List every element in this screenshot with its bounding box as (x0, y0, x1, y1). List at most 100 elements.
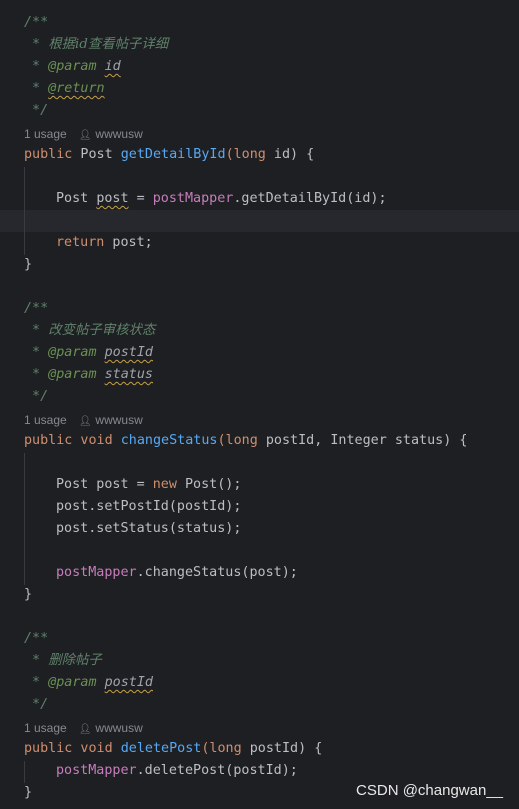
javadoc-close: */ (24, 100, 48, 122)
method-name[interactable]: getDetailById (121, 147, 226, 162)
javadoc-param: * @param postId (24, 342, 153, 364)
javadoc-star: * (24, 59, 49, 74)
javadoc-description: * 删除帖子 (24, 650, 102, 672)
brace: } (24, 785, 33, 800)
method-call: post.setPostId(postId); (56, 499, 242, 514)
javadoc-param-tag: @param (48, 675, 97, 690)
field-reference: postMapper (152, 191, 234, 206)
javadoc-close: */ (24, 386, 48, 408)
javadoc-close-text: */ (24, 389, 49, 404)
brace: } (24, 257, 33, 272)
javadoc-description: * 改变帖子审核状态 (24, 320, 155, 342)
javadoc-param: * @param status (24, 364, 153, 386)
keyword: public void (24, 433, 113, 448)
method-call: .getDetailById(id); (233, 191, 387, 206)
field-reference: postMapper (56, 763, 137, 778)
person-icon: 👤︎ (78, 724, 92, 735)
param-type: (long (225, 147, 266, 162)
params-rest: postId, Integer status) { (257, 433, 468, 448)
method-name[interactable]: deletePost (121, 741, 202, 756)
javadoc-star: * (24, 37, 49, 52)
javadoc-description: * 根据id查看帖子详细 (24, 34, 168, 56)
field-reference: postMapper (56, 565, 137, 580)
person-icon: 👤︎ (78, 416, 92, 427)
javadoc-star: * (24, 675, 49, 690)
author-name[interactable]: wwwusw (95, 127, 142, 141)
javadoc-star: * (24, 81, 49, 96)
javadoc-description-text: 改变帖子审核状态 (48, 323, 156, 338)
type-name: Post (56, 191, 97, 206)
method-call: .deletePost(postId); (136, 763, 298, 778)
declaration: Post post = (56, 477, 153, 492)
keyword: new (152, 477, 177, 492)
method-signature: public void deletePost(long postId) { (24, 738, 322, 760)
javadoc-description-text: 删除帖子 (48, 653, 102, 668)
javadoc-return: * @return (24, 78, 105, 100)
code-vision-hint[interactable]: 1 usage 👤︎ wwwusw (24, 718, 143, 738)
javadoc-open: /** (24, 12, 48, 34)
method-name[interactable]: changeStatus (121, 433, 218, 448)
code-line: Post post = new Post(); (24, 474, 241, 496)
javadoc-description-text: 根据id查看帖子详细 (48, 37, 169, 52)
usage-count[interactable]: 1 usage (24, 721, 67, 735)
javadoc-close: */ (24, 694, 48, 716)
operator: = (128, 191, 153, 206)
variable-name: post (96, 191, 129, 206)
javadoc-star: * (24, 345, 49, 360)
constructor-call: Post(); (176, 477, 242, 492)
javadoc-param: * @param postId (24, 672, 153, 694)
javadoc-return-tag: @return (48, 81, 105, 96)
author-name[interactable]: wwwusw (95, 413, 142, 427)
method-call: post.setStatus(status); (56, 521, 242, 536)
javadoc-star: * (24, 653, 49, 668)
return-type: Post (72, 147, 121, 162)
watermark: CSDN @changwan__ (356, 782, 503, 799)
usage-count[interactable]: 1 usage (24, 413, 67, 427)
params-rest: id) { (265, 147, 315, 162)
code-editor[interactable]: /** * 根据id查看帖子详细 * @param id * @return *… (0, 0, 519, 809)
closing-brace: } (24, 782, 32, 804)
javadoc-param-tag: @param (48, 367, 97, 382)
current-line-highlight (0, 210, 519, 232)
method-call: .changeStatus(post); (136, 565, 298, 580)
usage-count[interactable]: 1 usage (24, 127, 67, 141)
keyword: public void (24, 741, 113, 756)
javadoc-param-tag: @param (48, 345, 97, 360)
code-line: postMapper.changeStatus(post); (24, 562, 298, 584)
javadoc-star: * (24, 323, 49, 338)
param-type: (long (217, 433, 258, 448)
brace: } (24, 587, 33, 602)
javadoc-param: * @param id (24, 56, 121, 78)
keyword: return (56, 235, 105, 250)
javadoc-open-text: /** (24, 301, 49, 316)
author-name[interactable]: wwwusw (95, 721, 142, 735)
code-line: return post; (24, 232, 153, 254)
return-value: post; (104, 235, 153, 250)
javadoc-open-text: /** (24, 631, 49, 646)
code-line: post.setStatus(status); (24, 518, 241, 540)
javadoc-param-name: postId (104, 675, 153, 690)
javadoc-open-text: /** (24, 15, 49, 30)
method-signature: public void changeStatus(long postId, In… (24, 430, 467, 452)
closing-brace: } (24, 584, 32, 606)
code-vision-hint[interactable]: 1 usage 👤︎ wwwusw (24, 410, 143, 430)
code-vision-hint[interactable]: 1 usage 👤︎ wwwusw (24, 124, 143, 144)
code-line: Post post = postMapper.getDetailById(id)… (24, 188, 387, 210)
params-rest: postId) { (241, 741, 323, 756)
javadoc-close-text: */ (24, 103, 49, 118)
javadoc-open: /** (24, 298, 48, 320)
code-line: postMapper.deletePost(postId); (24, 760, 298, 782)
method-signature: public Post getDetailById(long id) { (24, 144, 314, 166)
person-icon: 👤︎ (78, 130, 92, 141)
javadoc-close-text: */ (24, 697, 49, 712)
javadoc-param-tag: @param (48, 59, 97, 74)
param-type: (long (201, 741, 242, 756)
javadoc-param-name: postId (104, 345, 153, 360)
javadoc-star: * (24, 367, 49, 382)
code-line: post.setPostId(postId); (24, 496, 241, 518)
keyword: public (24, 147, 73, 162)
javadoc-param-name: status (104, 367, 153, 382)
javadoc-open: /** (24, 628, 48, 650)
closing-brace: } (24, 254, 32, 276)
javadoc-param-name: id (104, 59, 121, 74)
